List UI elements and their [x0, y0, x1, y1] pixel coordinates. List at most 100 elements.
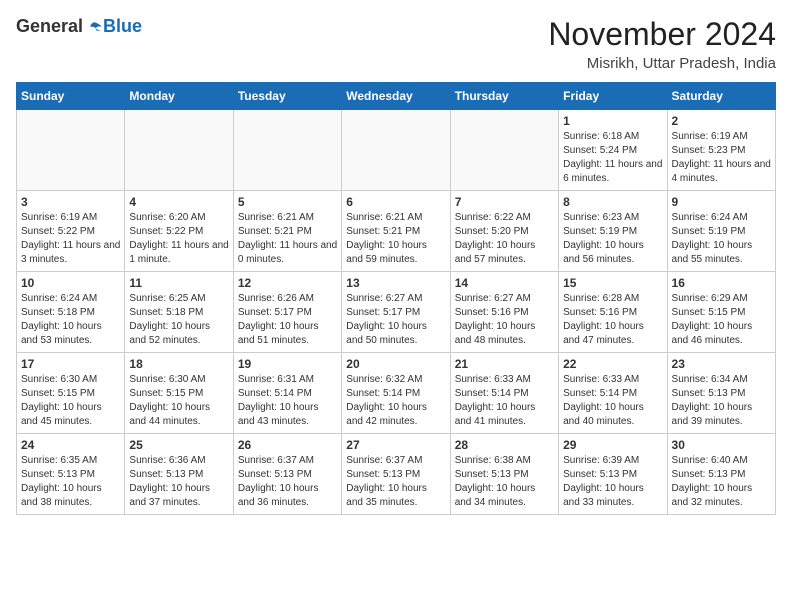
calendar-cell: 20 Sunrise: 6:32 AM Sunset: 5:14 PM Dayli… — [342, 353, 450, 434]
day-number: 1 — [563, 114, 662, 128]
calendar-cell: 17 Sunrise: 6:30 AM Sunset: 5:15 PM Dayli… — [17, 353, 125, 434]
page-header: General Blue November 2024 Misrikh, Utta… — [16, 16, 776, 72]
day-number: 26 — [238, 438, 337, 452]
logo-bird-icon — [85, 18, 103, 36]
logo-general-text: General — [16, 16, 83, 37]
day-info: Sunrise: 6:27 AM Sunset: 5:16 PM Dayligh… — [455, 292, 554, 348]
day-info: Sunrise: 6:23 AM Sunset: 5:19 PM Dayligh… — [563, 211, 662, 267]
day-number: 7 — [455, 195, 554, 209]
day-info: Sunrise: 6:32 AM Sunset: 5:14 PM Dayligh… — [346, 373, 445, 429]
logo: General Blue — [16, 16, 142, 37]
calendar-cell: 14 Sunrise: 6:27 AM Sunset: 5:16 PM Dayli… — [450, 272, 558, 353]
day-number: 18 — [129, 357, 228, 371]
day-info: Sunrise: 6:34 AM Sunset: 5:13 PM Dayligh… — [672, 373, 771, 429]
calendar-cell: 19Sunrise: 6:31 AM Sunset: 5:14 PM Dayli… — [233, 353, 341, 434]
calendar-cell: 30 Sunrise: 6:40 AM Sunset: 5:13 PM Dayli… — [667, 434, 775, 515]
day-number: 25 — [129, 438, 228, 452]
day-number: 14 — [455, 276, 554, 290]
day-info: Sunrise: 6:37 AM Sunset: 5:13 PM Dayligh… — [238, 454, 337, 510]
day-number: 3 — [21, 195, 120, 209]
day-number: 30 — [672, 438, 771, 452]
day-number: 17 — [21, 357, 120, 371]
day-info: Sunrise: 6:30 AM Sunset: 5:15 PM Dayligh… — [21, 373, 120, 429]
day-info: Sunrise: 6:33 AM Sunset: 5:14 PM Dayligh… — [455, 373, 554, 429]
day-number: 24 — [21, 438, 120, 452]
calendar-cell: 2 Sunrise: 6:19 AM Sunset: 5:23 PM Daylig… — [667, 110, 775, 191]
day-number: 20 — [346, 357, 445, 371]
calendar-week-row: 17 Sunrise: 6:30 AM Sunset: 5:15 PM Dayli… — [17, 353, 776, 434]
calendar-week-row: 3Sunrise: 6:19 AM Sunset: 5:22 PM Daylig… — [17, 191, 776, 272]
day-number: 11 — [129, 276, 228, 290]
day-number: 4 — [129, 195, 228, 209]
day-info: Sunrise: 6:26 AM Sunset: 5:17 PM Dayligh… — [238, 292, 337, 348]
day-number: 13 — [346, 276, 445, 290]
calendar-cell — [125, 110, 233, 191]
day-info: Sunrise: 6:21 AM Sunset: 5:21 PM Dayligh… — [238, 211, 337, 267]
day-info: Sunrise: 6:36 AM Sunset: 5:13 PM Dayligh… — [129, 454, 228, 510]
calendar-cell: 6 Sunrise: 6:21 AM Sunset: 5:21 PM Daylig… — [342, 191, 450, 272]
logo-blue-text: Blue — [103, 16, 142, 37]
calendar-cell — [233, 110, 341, 191]
day-info: Sunrise: 6:39 AM Sunset: 5:13 PM Dayligh… — [563, 454, 662, 510]
day-info: Sunrise: 6:21 AM Sunset: 5:21 PM Dayligh… — [346, 211, 445, 267]
calendar-cell — [450, 110, 558, 191]
day-number: 28 — [455, 438, 554, 452]
calendar-cell: 16 Sunrise: 6:29 AM Sunset: 5:15 PM Dayli… — [667, 272, 775, 353]
day-number: 8 — [563, 195, 662, 209]
calendar-cell: 5 Sunrise: 6:21 AM Sunset: 5:21 PM Daylig… — [233, 191, 341, 272]
day-number: 29 — [563, 438, 662, 452]
calendar-cell: 15 Sunrise: 6:28 AM Sunset: 5:16 PM Dayli… — [559, 272, 667, 353]
calendar-cell: 26 Sunrise: 6:37 AM Sunset: 5:13 PM Dayli… — [233, 434, 341, 515]
day-info: Sunrise: 6:31 AM Sunset: 5:14 PM Dayligh… — [238, 373, 337, 429]
calendar-cell — [342, 110, 450, 191]
column-header-wednesday: Wednesday — [342, 83, 450, 110]
calendar-cell: 3Sunrise: 6:19 AM Sunset: 5:22 PM Daylig… — [17, 191, 125, 272]
day-number: 21 — [455, 357, 554, 371]
column-header-sunday: Sunday — [17, 83, 125, 110]
month-year-title: November 2024 — [548, 16, 776, 53]
day-info: Sunrise: 6:27 AM Sunset: 5:17 PM Dayligh… — [346, 292, 445, 348]
day-info: Sunrise: 6:38 AM Sunset: 5:13 PM Dayligh… — [455, 454, 554, 510]
day-number: 9 — [672, 195, 771, 209]
column-header-friday: Friday — [559, 83, 667, 110]
calendar-cell: 23Sunrise: 6:34 AM Sunset: 5:13 PM Dayli… — [667, 353, 775, 434]
calendar-header-row: SundayMondayTuesdayWednesdayThursdayFrid… — [17, 83, 776, 110]
title-block: November 2024 Misrikh, Uttar Pradesh, In… — [548, 16, 776, 72]
day-info: Sunrise: 6:33 AM Sunset: 5:14 PM Dayligh… — [563, 373, 662, 429]
day-info: Sunrise: 6:40 AM Sunset: 5:13 PM Dayligh… — [672, 454, 771, 510]
calendar-table: SundayMondayTuesdayWednesdayThursdayFrid… — [16, 82, 776, 515]
day-info: Sunrise: 6:19 AM Sunset: 5:23 PM Dayligh… — [672, 130, 771, 186]
calendar-cell: 18 Sunrise: 6:30 AM Sunset: 5:15 PM Dayli… — [125, 353, 233, 434]
calendar-cell: 9 Sunrise: 6:24 AM Sunset: 5:19 PM Daylig… — [667, 191, 775, 272]
day-info: Sunrise: 6:28 AM Sunset: 5:16 PM Dayligh… — [563, 292, 662, 348]
day-info: Sunrise: 6:18 AM Sunset: 5:24 PM Dayligh… — [563, 130, 662, 186]
column-header-tuesday: Tuesday — [233, 83, 341, 110]
calendar-week-row: 1 Sunrise: 6:18 AM Sunset: 5:24 PM Daylig… — [17, 110, 776, 191]
calendar-cell: 13 Sunrise: 6:27 AM Sunset: 5:17 PM Dayli… — [342, 272, 450, 353]
day-number: 5 — [238, 195, 337, 209]
day-info: Sunrise: 6:22 AM Sunset: 5:20 PM Dayligh… — [455, 211, 554, 267]
day-info: Sunrise: 6:35 AM Sunset: 5:13 PM Dayligh… — [21, 454, 120, 510]
calendar-cell: 27Sunrise: 6:37 AM Sunset: 5:13 PM Dayli… — [342, 434, 450, 515]
day-number: 15 — [563, 276, 662, 290]
calendar-cell: 10 Sunrise: 6:24 AM Sunset: 5:18 PM Dayli… — [17, 272, 125, 353]
day-info: Sunrise: 6:20 AM Sunset: 5:22 PM Dayligh… — [129, 211, 228, 267]
day-number: 16 — [672, 276, 771, 290]
day-info: Sunrise: 6:29 AM Sunset: 5:15 PM Dayligh… — [672, 292, 771, 348]
day-info: Sunrise: 6:25 AM Sunset: 5:18 PM Dayligh… — [129, 292, 228, 348]
calendar-cell: 21 Sunrise: 6:33 AM Sunset: 5:14 PM Dayli… — [450, 353, 558, 434]
column-header-monday: Monday — [125, 83, 233, 110]
column-header-thursday: Thursday — [450, 83, 558, 110]
day-number: 22 — [563, 357, 662, 371]
day-number: 12 — [238, 276, 337, 290]
day-info: Sunrise: 6:24 AM Sunset: 5:19 PM Dayligh… — [672, 211, 771, 267]
day-number: 6 — [346, 195, 445, 209]
day-info: Sunrise: 6:30 AM Sunset: 5:15 PM Dayligh… — [129, 373, 228, 429]
calendar-cell: 12 Sunrise: 6:26 AM Sunset: 5:17 PM Dayli… — [233, 272, 341, 353]
calendar-cell: 11 Sunrise: 6:25 AM Sunset: 5:18 PM Dayli… — [125, 272, 233, 353]
day-number: 2 — [672, 114, 771, 128]
day-number: 10 — [21, 276, 120, 290]
day-info: Sunrise: 6:24 AM Sunset: 5:18 PM Dayligh… — [21, 292, 120, 348]
calendar-cell: 7 Sunrise: 6:22 AM Sunset: 5:20 PM Daylig… — [450, 191, 558, 272]
calendar-cell: 8 Sunrise: 6:23 AM Sunset: 5:19 PM Daylig… — [559, 191, 667, 272]
